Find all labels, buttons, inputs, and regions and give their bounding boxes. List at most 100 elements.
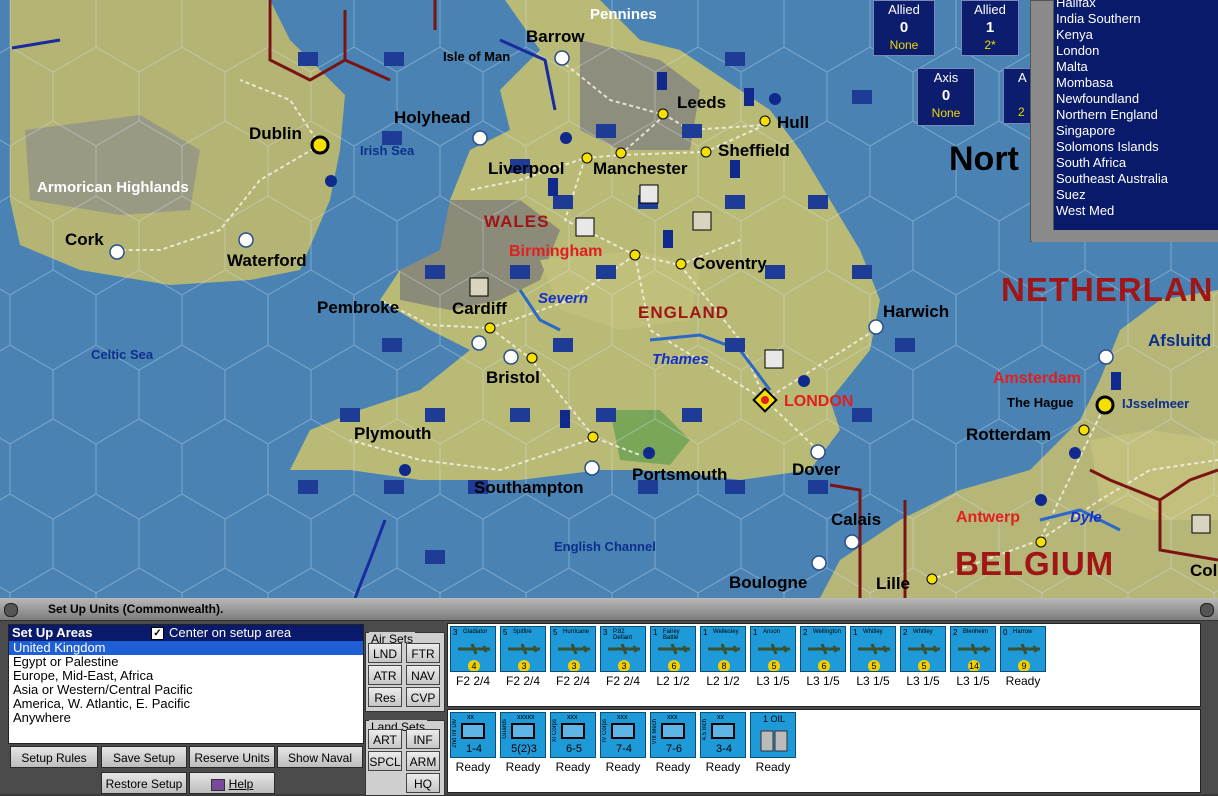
air-unit-counter[interactable]: 1 Whitley 5	[850, 626, 896, 672]
air-unit-counter[interactable]: 5 Hurricane 3	[550, 626, 596, 672]
air-set-lnd-button[interactable]: LND	[368, 643, 402, 663]
air-unit-status: L3 1/5	[956, 674, 990, 688]
help-button[interactable]: Help	[189, 772, 275, 794]
vertical-scrollbar[interactable]	[1030, 0, 1054, 242]
list-item[interactable]: Northern England	[1050, 107, 1218, 123]
setup-area-item[interactable]: Anywhere	[9, 711, 363, 725]
air-unit-counter[interactable]: 2 Blenheim 14	[950, 626, 996, 672]
unit-top-value: 1	[853, 628, 858, 637]
unit-name: Gladiator	[463, 629, 488, 635]
reserve-units-button[interactable]: Reserve Units	[189, 746, 275, 768]
unit-strength: 6-5	[566, 743, 582, 755]
land-set-art-button[interactable]: ART	[368, 729, 402, 749]
city-label: Dover	[792, 460, 841, 479]
river-label-severn: Severn	[538, 290, 589, 307]
terrain-label: Pennines	[590, 6, 657, 23]
air-set-cvp-button[interactable]: CVP	[406, 687, 440, 707]
land-unit-tray: xx 2nd Inf Div 1-4 Ready xxxxx Guards 5(2)3 Rea…	[447, 709, 1201, 793]
list-item[interactable]: Malta	[1050, 59, 1218, 75]
air-unit-status: L3 1/5	[806, 674, 840, 688]
land-unit-counter[interactable]: 1 OIL	[750, 712, 796, 758]
city-label: Sheffield	[718, 141, 790, 160]
land-unit-counter[interactable]: xxx IV Corps 7-4	[600, 712, 646, 758]
unit-top-value: 2	[903, 628, 908, 637]
land-set-hq-button[interactable]: HQ	[406, 773, 440, 793]
air-set-atr-button[interactable]: ATR	[368, 665, 402, 685]
land-unit-counter[interactable]: xx 4.5 Inch 3-4	[700, 712, 746, 758]
aircraft-icon	[708, 643, 740, 655]
unit-name: Fairey Battle	[663, 629, 680, 641]
center-checkbox-label: Center on setup area	[169, 625, 292, 640]
list-item[interactable]: Southeast Australia	[1050, 171, 1218, 187]
setup-area-item[interactable]: United Kingdom	[9, 641, 363, 655]
city-label: Cork	[65, 230, 104, 249]
air-unit-counter[interactable]: 0 Harrow 9	[1000, 626, 1046, 672]
air-set-res-button[interactable]: Res	[368, 687, 402, 707]
list-item[interactable]: London	[1050, 43, 1218, 59]
list-item[interactable]: West Med	[1050, 203, 1218, 219]
list-item[interactable]: Suez	[1050, 187, 1218, 203]
game-map[interactable]: Barrow Isle of Man Pennines Leeds Hull H…	[0, 0, 1218, 598]
unit-name: P.82 Defiant	[613, 629, 633, 641]
list-item[interactable]: South Africa	[1050, 155, 1218, 171]
air-unit-status: F2 2/4	[455, 674, 491, 688]
setup-area-item[interactable]: Europe, Mid-East, Africa	[9, 669, 363, 683]
setup-area-item[interactable]: America, W. Atlantic, E. Pacific	[9, 697, 363, 711]
list-item[interactable]: Mombasa	[1050, 75, 1218, 91]
air-unit-counter[interactable]: 1 Anson 5	[750, 626, 796, 672]
setup-rules-button[interactable]: Setup Rules	[10, 746, 98, 768]
air-set-nav-button[interactable]: NAV	[406, 665, 440, 685]
air-unit-counter[interactable]: 3 P.82 Defiant 3	[600, 626, 646, 672]
air-unit-status: Ready	[1005, 674, 1041, 688]
unit-top-value: 0	[1003, 628, 1008, 637]
score-value: 1	[985, 19, 995, 36]
allied-score-panel: Allied 0 None	[873, 0, 935, 56]
land-unit-counter[interactable]: xxx VIII Mech 7-6	[650, 712, 696, 758]
panel-title: Set Up Units (Commonwealth).	[48, 602, 224, 616]
list-item[interactable]: Halifax	[1050, 0, 1218, 11]
save-setup-button[interactable]: Save Setup	[101, 746, 187, 768]
setup-area-item[interactable]: Asia or Western/Central Pacific	[9, 683, 363, 697]
land-set-inf-button[interactable]: INF	[406, 729, 440, 749]
air-unit-counter[interactable]: 1 Fairey Battle 6	[650, 626, 696, 672]
lake-label: IJsselmeer	[1122, 396, 1190, 411]
aircraft-icon	[608, 643, 640, 655]
land-unit-counter[interactable]: xxx XI Corps 6-5	[550, 712, 596, 758]
unit-strength: 7-4	[616, 743, 632, 755]
list-item[interactable]: India Southern	[1050, 11, 1218, 27]
city-label: Boulogne	[729, 573, 808, 592]
horizontal-scrollbar[interactable]	[1032, 230, 1218, 242]
land-set-arm-button[interactable]: ARM	[406, 751, 440, 771]
unit-name: Whitley	[913, 629, 933, 635]
help-label: Help	[228, 777, 254, 791]
air-set-ftr-button[interactable]: FTR	[406, 643, 440, 663]
list-item[interactable]: Kenya	[1050, 27, 1218, 43]
city-label: Liverpool	[488, 159, 565, 178]
air-unit-counter[interactable]: 5 Spitfire 3	[500, 626, 546, 672]
air-unit-counter[interactable]: 2 Wellington 6	[800, 626, 846, 672]
air-unit-counter[interactable]: 1 Wellesley 8	[700, 626, 746, 672]
setup-area-item[interactable]: Egypt or Palestine	[9, 655, 363, 669]
unit-name: XI Corps	[552, 719, 558, 743]
score-sub: 2*	[984, 38, 996, 52]
score-title: Allied	[888, 2, 920, 17]
city-label: Dublin	[249, 124, 302, 143]
panel-titlebar[interactable]: Set Up Units (Commonwealth).	[0, 598, 1218, 621]
city-label: Rotterdam	[966, 425, 1052, 444]
unit-badge: 5	[768, 660, 780, 671]
air-unit-counter[interactable]: 3 Gladiator 4	[450, 626, 496, 672]
setup-area-list[interactable]: Halifax India Southern Kenya London Malt…	[1030, 0, 1218, 242]
air-unit-counter[interactable]: 2 Whitley 5	[900, 626, 946, 672]
land-set-spcl-button[interactable]: SPCL	[368, 751, 402, 771]
list-item[interactable]: Solomons Islands	[1050, 139, 1218, 155]
center-checkbox[interactable]: ✓	[151, 627, 164, 640]
list-item[interactable]: Newfoundland	[1050, 91, 1218, 107]
land-unit-status: Ready	[455, 760, 491, 774]
unit-name: VIII Mech	[652, 719, 658, 745]
land-unit-counter[interactable]: xxxxx Guards 5(2)3	[500, 712, 546, 758]
restore-setup-button[interactable]: Restore Setup	[101, 772, 187, 794]
show-naval-button[interactable]: Show Naval	[277, 746, 363, 768]
land-unit-counter[interactable]: xx 2nd Inf Div 1-4	[450, 712, 496, 758]
land-unit-status: Ready	[555, 760, 591, 774]
list-item[interactable]: Singapore	[1050, 123, 1218, 139]
